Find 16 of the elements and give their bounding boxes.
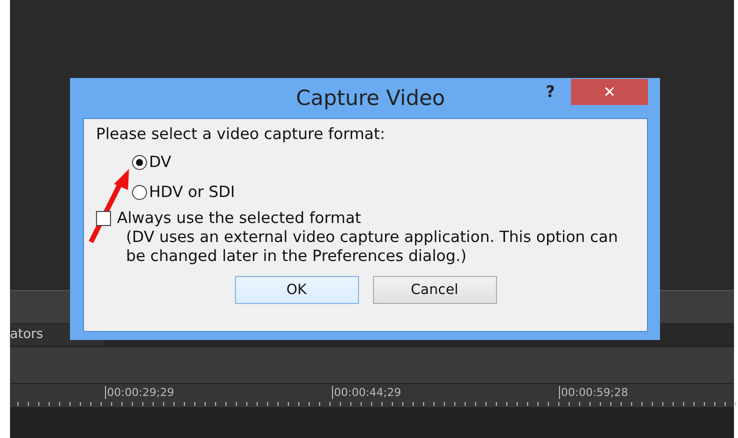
radio-label[interactable]: DV (149, 153, 172, 171)
help-button[interactable]: ? (546, 82, 555, 101)
timecode-label: 00:00:44;29 (332, 386, 402, 399)
checkbox[interactable] (96, 210, 111, 226)
cancel-button[interactable]: Cancel (372, 276, 496, 304)
prompt-text: Please select a video capture format: (96, 125, 386, 143)
radio-label[interactable]: HDV or SDI (149, 183, 235, 201)
checkbox-label[interactable]: Always use the selected format (117, 209, 362, 227)
note-text: (DV uses an external video capture application. This option can be changed later in the Preferences dialog.) (126, 228, 619, 266)
radio-button[interactable] (132, 184, 147, 200)
close-button[interactable]: ✕ (571, 79, 648, 105)
window-title: Capture Video (296, 86, 445, 110)
ok-button[interactable]: OK (234, 276, 358, 304)
radio-button[interactable] (132, 154, 147, 170)
timecode-label: 00:00:29;29 (105, 386, 174, 399)
timecode-label: 00:00:59;28 (559, 386, 628, 399)
